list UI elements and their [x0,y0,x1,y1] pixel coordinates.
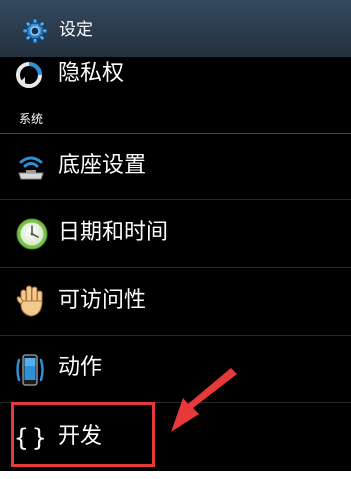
settings-item-privacy[interactable]: 隐私权 [0,57,351,105]
page-title: 设定 [59,20,93,40]
settings-item-date-time[interactable]: 日期和时间 [0,200,351,267]
gear-icon[interactable] [22,18,48,44]
section-header-system: 系统 [0,106,351,134]
dock-icon [18,156,44,180]
settings-item-dock[interactable]: 底座设置 [0,134,351,199]
settings-item-accessibility[interactable]: 可访问性 [0,268,351,335]
clock-icon [16,218,48,250]
highlight-box [11,402,155,467]
settings-item-label: 日期和时间 [58,220,169,245]
settings-screen: 设定 隐私权 系统 底座设置 日期和时间 可访问性 动作 {} 开发 [0,0,351,479]
privacy-icon [16,62,42,88]
settings-item-label: 动作 [58,355,103,380]
motion-icon [16,354,44,386]
pointer-arrow-icon [171,368,237,432]
action-bar: 设定 [0,0,351,58]
bottom-edge [0,471,351,479]
settings-item-label: 隐私权 [58,61,125,86]
settings-item-label: 底座设置 [58,153,147,178]
hand-icon [16,285,43,317]
section-header-label: 系统 [19,112,44,126]
settings-item-label: 可访问性 [58,288,147,313]
